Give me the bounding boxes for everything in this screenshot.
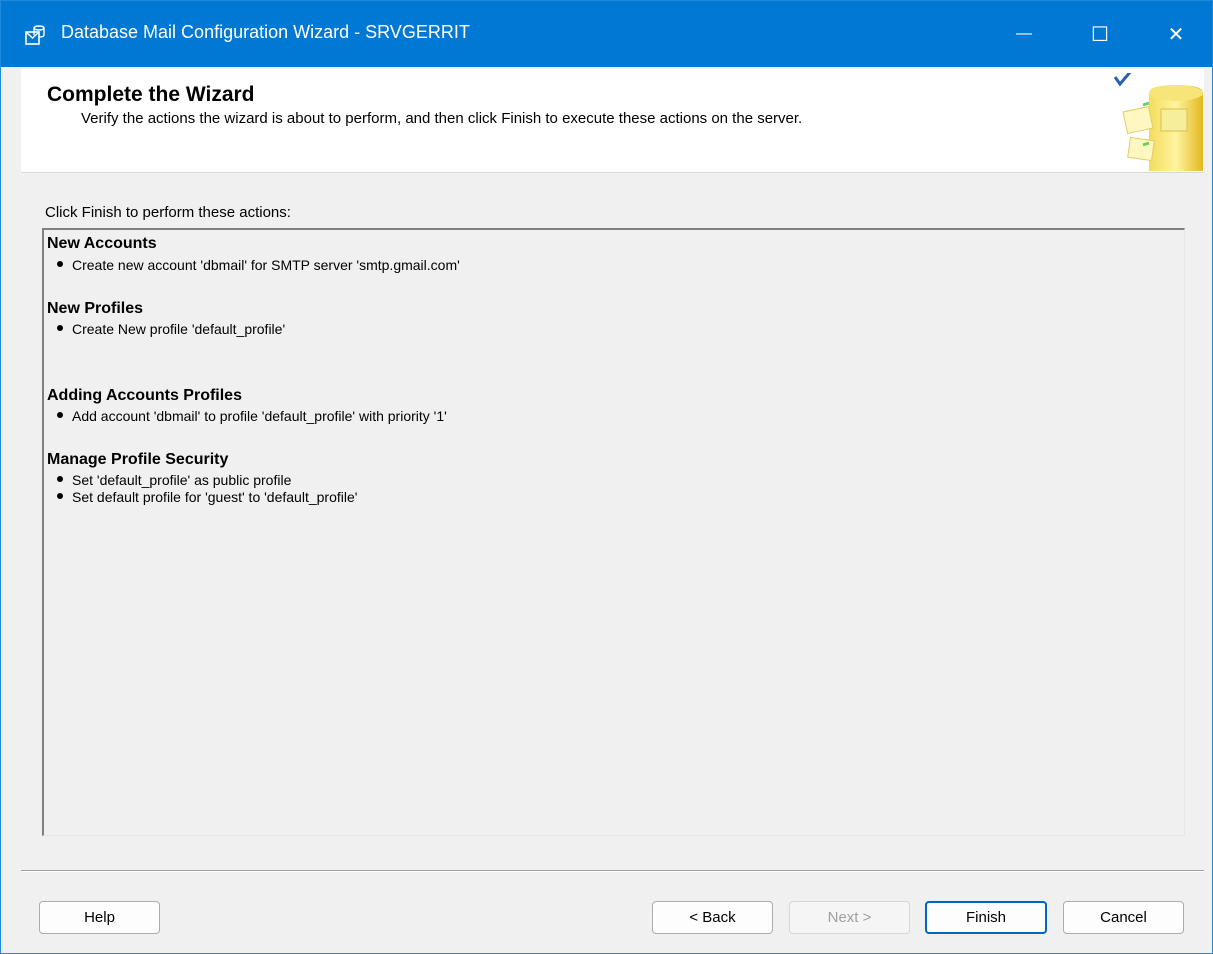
maximize-icon: ☐ [1091,23,1109,46]
back-button[interactable]: < Back [652,901,773,934]
list-item: Add account 'dbmail' to profile 'default… [57,408,447,424]
page-description: Verify the actions the wizard is about t… [81,110,803,127]
list-item: Create new account 'dbmail' for SMTP ser… [57,257,460,273]
bullet-icon [57,493,63,500]
help-button[interactable]: Help [39,901,160,934]
database-mail-icon [25,25,45,45]
bullet-icon [57,325,63,332]
maximize-button[interactable]: ☐ [1065,1,1135,67]
next-button[interactable]: Next > [789,901,910,934]
section-heading-new-profiles: New Profiles [47,300,144,317]
close-icon: ✕ [1167,23,1185,46]
close-button[interactable]: ✕ [1141,1,1211,67]
finish-button[interactable]: Finish [925,901,1047,934]
page-title: Complete the Wizard [47,83,255,106]
bullet-icon [57,261,63,268]
bullet-icon [57,412,63,419]
actions-report[interactable]: New Accounts Create new account 'dbmail'… [42,228,1185,836]
minimize-icon: — [1016,25,1032,42]
window-title: Database Mail Configuration Wizard - SRV… [61,22,470,42]
section-heading-adding-accounts-profiles: Adding Accounts Profiles [47,387,242,404]
window-left-strip [1,67,21,953]
bullet-icon [57,476,63,483]
section-heading-manage-profile-security: Manage Profile Security [47,451,229,468]
cancel-button[interactable]: Cancel [1063,901,1184,934]
wizard-window: Database Mail Configuration Wizard - SRV… [0,0,1213,954]
list-item: Set 'default_profile' as public profile [57,472,291,488]
section-heading-new-accounts: New Accounts [47,235,157,252]
database-check-icon [1113,73,1203,171]
list-item: Set default profile for 'guest' to 'defa… [57,489,357,505]
list-item: Create New profile 'default_profile' [57,321,285,337]
minimize-button[interactable]: — [989,1,1059,67]
title-bar[interactable]: Database Mail Configuration Wizard - SRV… [1,1,1212,67]
header-panel: Complete the Wizard Verify the actions t… [21,69,1204,173]
footer-separator [21,870,1204,872]
instruction-label: Click Finish to perform these actions: [45,204,291,221]
